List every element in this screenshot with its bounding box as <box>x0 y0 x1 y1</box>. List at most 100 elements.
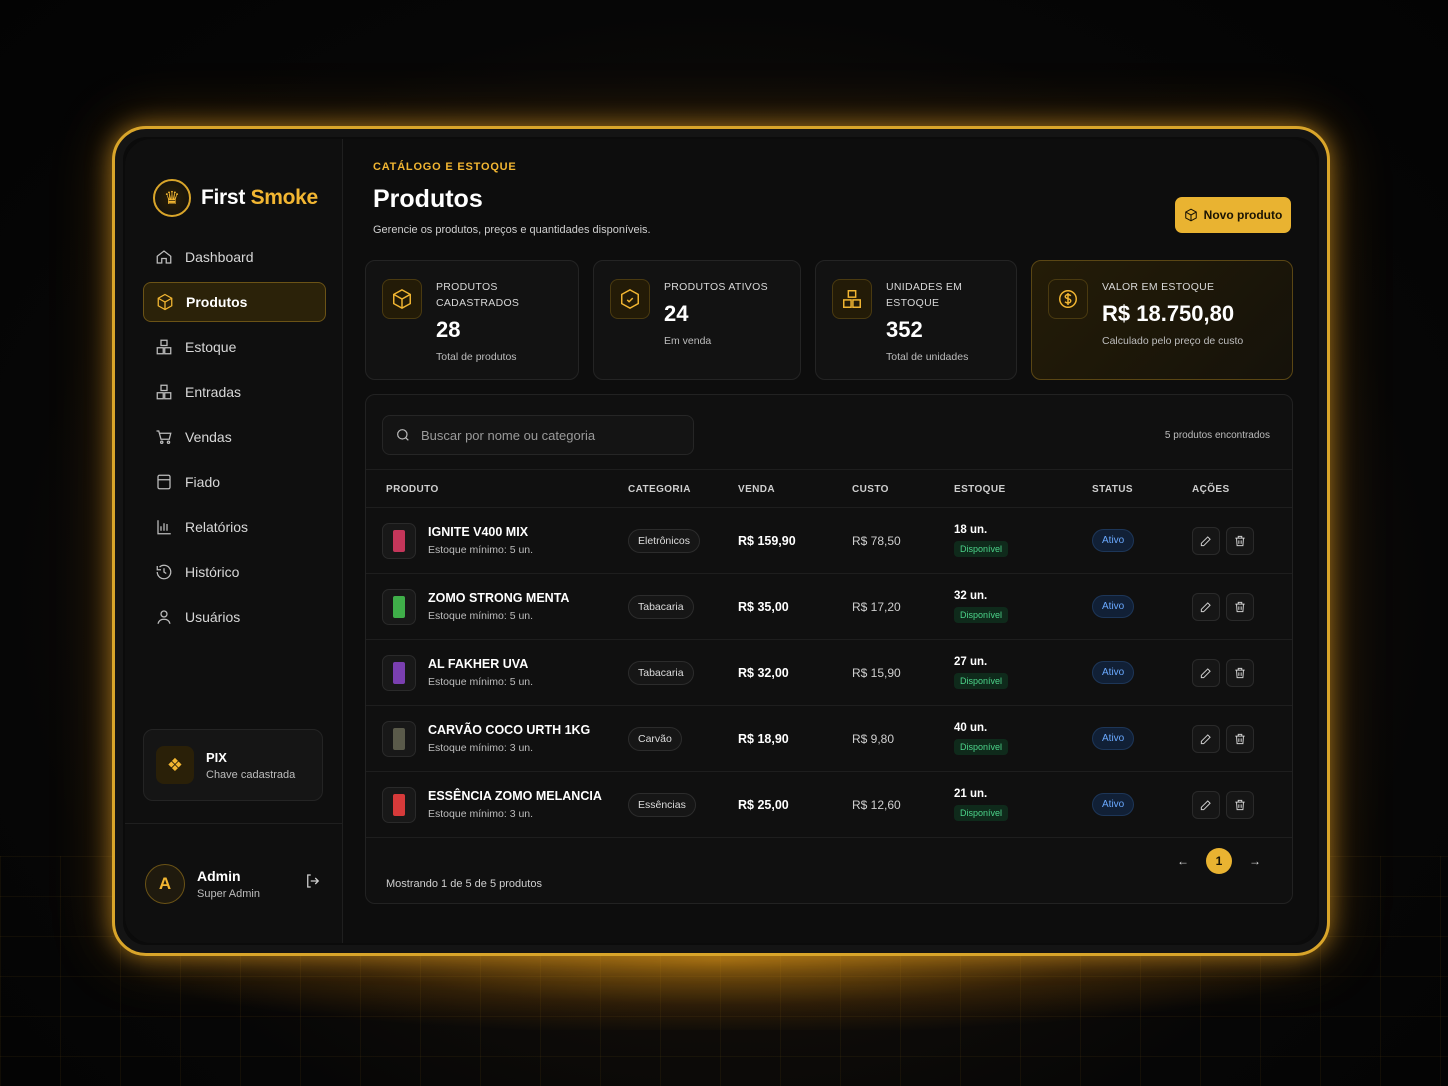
sidebar-item-vendas[interactable]: Vendas <box>143 417 326 457</box>
table-row[interactable]: ZOMO STRONG MENTA Estoque mínimo: 5 un. … <box>366 573 1292 640</box>
delete-button[interactable] <box>1226 658 1254 687</box>
user-name: Admin <box>197 867 241 884</box>
box-icon <box>1184 208 1197 222</box>
cell-categoria: Carvão <box>628 705 738 772</box>
product-name[interactable]: ZOMO STRONG MENTA <box>428 591 569 605</box>
product-name[interactable]: AL FAKHER UVA <box>428 657 533 671</box>
device-frame: ♛ First Smoke Dashboard Produtos Estoque… <box>112 126 1330 956</box>
stat-hint: Em venda <box>664 335 712 347</box>
cell-venda: R$ 18,90 <box>738 705 852 772</box>
sidebar-item-label: Usuários <box>185 609 241 625</box>
lion-crest-icon: ♛ <box>153 179 191 217</box>
cell-produto: ESSÊNCIA ZOMO MELANCIA Estoque mínimo: 3… <box>366 771 628 838</box>
product-image <box>393 793 405 816</box>
edit-button[interactable] <box>1192 790 1220 819</box>
logout-icon <box>307 874 320 888</box>
stat-card-valor-estoque: VALOR EM ESTOQUE R$ 18.750,80 Calculado … <box>1031 260 1293 380</box>
edit-button[interactable] <box>1192 724 1220 753</box>
cell-estoque: 18 un. Disponível <box>954 507 1092 574</box>
column-header-estoque[interactable]: ESTOQUE <box>954 469 1092 508</box>
cell-venda: R$ 35,00 <box>738 573 852 640</box>
sidebar-item-relatorios[interactable]: Relatórios <box>143 507 326 547</box>
cell-acoes <box>1192 771 1292 838</box>
products-table: PRODUTO CATEGORIA VENDA CUSTO ESTOQUE ST… <box>366 469 1292 838</box>
boxes-icon <box>156 339 172 355</box>
next-page-button[interactable]: → <box>1242 848 1268 874</box>
cell-categoria: Essências <box>628 771 738 838</box>
sidebar-item-label: Entradas <box>185 384 242 400</box>
search-box[interactable] <box>382 415 694 455</box>
row-actions <box>1192 724 1292 753</box>
sidebar-item-historico[interactable]: Histórico <box>143 552 326 592</box>
row-actions <box>1192 658 1292 687</box>
table-header-row: PRODUTO CATEGORIA VENDA CUSTO ESTOQUE ST… <box>366 469 1292 508</box>
product-thumbnail <box>382 786 416 823</box>
column-header-produto[interactable]: PRODUTO <box>366 469 628 508</box>
column-header-custo[interactable]: CUSTO <box>852 469 954 508</box>
boxes-in-icon <box>156 384 172 400</box>
cell-produto: CARVÃO COCO URTH 1KG Estoque mínimo: 3 u… <box>366 705 628 772</box>
cell-estoque: 27 un. Disponível <box>954 639 1092 706</box>
product-image <box>393 595 405 618</box>
trash-icon <box>1235 535 1245 546</box>
sidebar-item-usuarios[interactable]: Usuários <box>143 597 326 637</box>
column-header-venda[interactable]: VENDA <box>738 469 852 508</box>
cell-produto: IGNITE V400 MIX Estoque mínimo: 5 un. <box>366 507 628 574</box>
table-row[interactable]: ESSÊNCIA ZOMO MELANCIA Estoque mínimo: 3… <box>366 771 1292 838</box>
page-button-current[interactable]: 1 <box>1206 848 1232 874</box>
stat-label: UNIDADES EM ESTOQUE <box>886 281 963 309</box>
product-name[interactable]: CARVÃO COCO URTH 1KG <box>428 723 590 737</box>
prev-page-button[interactable]: ← <box>1170 848 1196 874</box>
sidebar-item-dashboard[interactable]: Dashboard <box>143 237 326 277</box>
product-name[interactable]: IGNITE V400 MIX <box>428 525 533 539</box>
sidebar-item-produtos[interactable]: Produtos <box>143 282 326 322</box>
sidebar-item-label: Fiado <box>185 474 221 490</box>
product-image <box>393 661 405 684</box>
edit-button[interactable] <box>1192 658 1220 687</box>
stock-quantity: 27 un. <box>954 656 988 668</box>
delete-button[interactable] <box>1226 526 1254 555</box>
product-cell: ESSÊNCIA ZOMO MELANCIA Estoque mínimo: 3… <box>366 786 628 823</box>
table-row[interactable]: CARVÃO COCO URTH 1KG Estoque mínimo: 3 u… <box>366 705 1292 772</box>
cell-categoria: Eletrônicos <box>628 507 738 574</box>
delete-button[interactable] <box>1226 592 1254 621</box>
new-product-button[interactable]: Novo produto <box>1175 197 1291 233</box>
stat-card-unidades-estoque: UNIDADES EM ESTOQUE 352 Total de unidade… <box>815 260 1017 380</box>
category-chip: Carvão <box>628 726 682 751</box>
pix-title: PIX <box>206 749 227 765</box>
trash-icon <box>1235 799 1245 810</box>
table-row[interactable]: AL FAKHER UVA Estoque mínimo: 5 un. Taba… <box>366 639 1292 706</box>
stat-value: 352 <box>886 317 923 342</box>
cell-status: Ativo <box>1092 771 1192 838</box>
dollar-circle-icon <box>1048 279 1088 319</box>
product-cell: ZOMO STRONG MENTA Estoque mínimo: 5 un. <box>366 588 628 625</box>
product-min-stock: Estoque mínimo: 3 un. <box>428 742 534 754</box>
boxes-icon <box>832 279 872 319</box>
history-icon <box>156 564 172 580</box>
table-row[interactable]: IGNITE V400 MIX Estoque mínimo: 5 un. El… <box>366 507 1292 574</box>
delete-button[interactable] <box>1226 724 1254 753</box>
search-icon <box>397 429 409 441</box>
edit-button[interactable] <box>1192 526 1220 555</box>
pix-card[interactable]: ❖ PIX Chave cadastrada <box>143 729 323 801</box>
column-header-acoes: AÇÕES <box>1192 469 1292 508</box>
avatar[interactable]: A <box>145 863 185 904</box>
column-header-status[interactable]: STATUS <box>1092 469 1192 508</box>
logout-button[interactable] <box>304 872 322 895</box>
delete-button[interactable] <box>1226 790 1254 819</box>
product-name[interactable]: ESSÊNCIA ZOMO MELANCIA <box>428 789 602 803</box>
stock-quantity: 18 un. <box>954 524 988 536</box>
product-cell: AL FAKHER UVA Estoque mínimo: 5 un. <box>366 654 628 691</box>
pencil-icon <box>1200 601 1211 612</box>
column-header-categoria[interactable]: CATEGORIA <box>628 469 738 508</box>
sidebar-item-estoque[interactable]: Estoque <box>143 327 326 367</box>
sidebar-item-fiado[interactable]: Fiado <box>143 462 326 502</box>
cell-categoria: Tabacaria <box>628 573 738 640</box>
stat-hint: Calculado pelo preço de custo <box>1102 335 1244 347</box>
home-icon <box>156 250 172 264</box>
trash-icon <box>1235 667 1245 678</box>
sidebar-item-entradas[interactable]: Entradas <box>143 372 326 412</box>
cell-acoes <box>1192 705 1292 772</box>
edit-button[interactable] <box>1192 592 1220 621</box>
search-input[interactable] <box>421 427 681 443</box>
